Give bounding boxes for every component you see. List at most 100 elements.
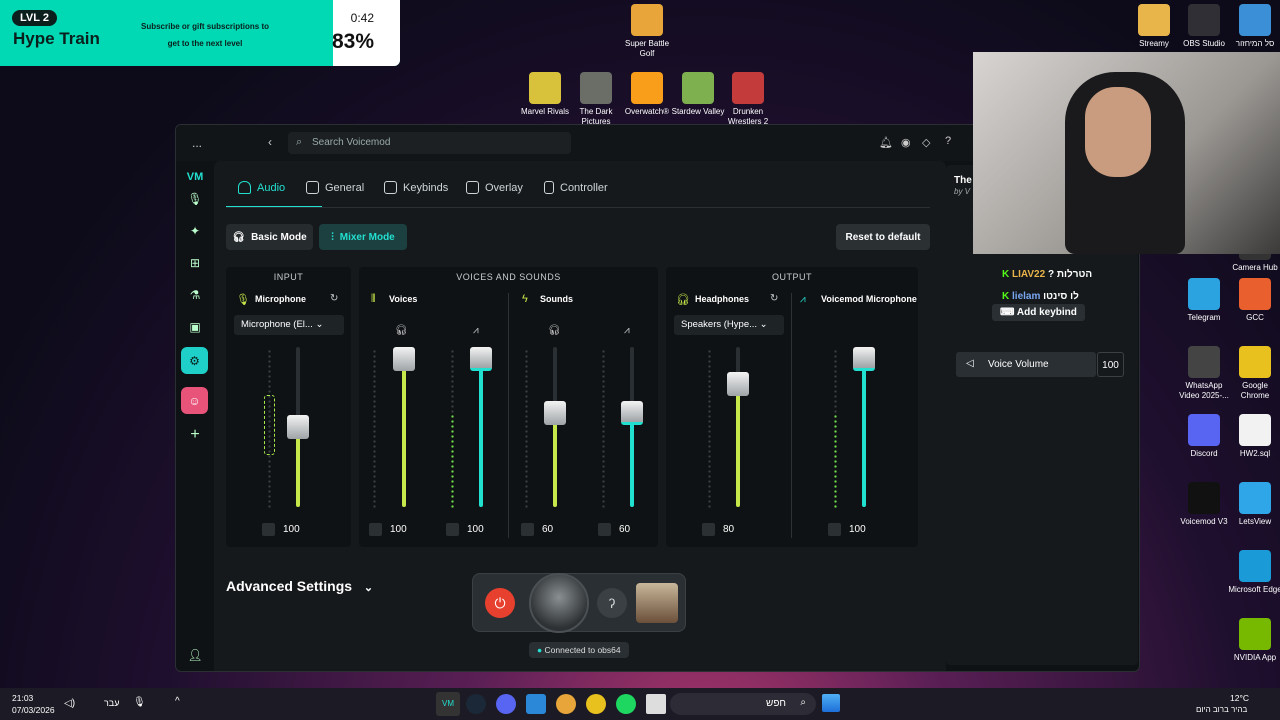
speaker-icon[interactable] xyxy=(369,523,382,536)
voice-volume-slider[interactable]: ◁ Voice Volume xyxy=(956,352,1096,377)
reset-to-default-button[interactable]: Reset to default xyxy=(836,224,930,250)
desktop-icon[interactable]: Drunken Wrestlers 2 xyxy=(720,72,776,127)
add-icon[interactable]: + xyxy=(183,423,207,447)
back-chevron-icon[interactable]: ‹ xyxy=(268,135,272,149)
desktop-icon[interactable]: Marvel Rivals xyxy=(517,72,573,117)
desktop-icon[interactable]: Microsoft Edge xyxy=(1227,550,1280,595)
desktop-icon[interactable]: GCC xyxy=(1227,278,1280,323)
taskbar-search[interactable]: חפש ⌕ xyxy=(670,693,816,715)
refresh-icon[interactable]: ↻ xyxy=(770,293,778,304)
voices-vm-fader[interactable] xyxy=(470,347,492,507)
diamond-icon[interactable]: ◇ xyxy=(922,136,930,149)
basic-mode-button[interactable]: 🎧︎ Basic Mode xyxy=(226,224,313,250)
search-input[interactable]: ⌕ Search Voicemod xyxy=(288,132,571,154)
voice-avatar[interactable] xyxy=(529,573,589,633)
help-icon[interactable]: ? xyxy=(945,135,951,147)
sounds-vm-knob[interactable] xyxy=(621,401,643,425)
spotify-taskbar-icon[interactable] xyxy=(616,694,636,714)
windows-start-icon[interactable] xyxy=(822,694,840,712)
voices-hp-fader[interactable] xyxy=(393,347,415,507)
menu-button[interactable]: ... xyxy=(192,136,202,150)
microphone-nav-icon[interactable]: 🎙︎ xyxy=(183,187,207,211)
voice-volume-value[interactable]: 100 xyxy=(1097,352,1124,377)
desktop-icon-label: OBS Studio xyxy=(1183,39,1225,48)
sounds-hp-value[interactable]: 60 xyxy=(542,524,553,535)
speaker-icon[interactable] xyxy=(828,523,841,536)
mixer-mode-button[interactable]: ⫶ Mixer Mode xyxy=(319,224,407,250)
language-indicator[interactable]: עבר xyxy=(104,698,119,708)
tab-audio[interactable]: Audio xyxy=(238,181,285,194)
flask-nav-icon[interactable]: ⚗ xyxy=(183,283,207,307)
tab-overlay[interactable]: Overlay xyxy=(466,181,523,194)
headphones-value[interactable]: 80 xyxy=(723,524,734,535)
sounds-vm-value[interactable]: 60 xyxy=(619,524,630,535)
desktop-icon[interactable]: The Dark Pictures xyxy=(568,72,624,127)
speaker-icon[interactable] xyxy=(521,523,534,536)
settings-gear-icon[interactable]: ⚙ xyxy=(181,347,208,374)
file-explorer-taskbar-icon[interactable] xyxy=(646,694,666,714)
microphone-device-select[interactable]: Microphone (El... ⌄ xyxy=(234,315,344,335)
refresh-icon[interactable]: ↻ xyxy=(330,293,338,304)
desktop-icon[interactable]: LetsView xyxy=(1227,482,1280,527)
tabs-divider xyxy=(226,207,930,208)
steam-taskbar-icon[interactable] xyxy=(466,694,486,714)
clapper-nav-icon[interactable]: ▣ xyxy=(183,315,207,339)
desktop-icon[interactable]: WhatsApp Video 2025-... xyxy=(1176,346,1232,401)
chrome-taskbar-icon[interactable] xyxy=(586,694,606,714)
discord-taskbar-icon[interactable] xyxy=(496,694,516,714)
mic-fader-knob[interactable] xyxy=(287,415,309,439)
vm-mic-fader[interactable] xyxy=(853,347,875,507)
avatar-app-icon[interactable]: ☺ xyxy=(181,387,208,414)
desktop-icon[interactable]: Streamy xyxy=(1126,4,1182,49)
power-icon[interactable]: ⏻ xyxy=(485,588,515,618)
sounds-hp-knob[interactable] xyxy=(544,401,566,425)
vm-mic-value[interactable]: 100 xyxy=(849,524,866,535)
tab-general[interactable]: General xyxy=(306,181,364,194)
headphones-device-select[interactable]: Speakers (Hype... ⌄ xyxy=(674,315,784,335)
volume-icon[interactable]: ◁) xyxy=(64,698,75,709)
desktop-icon-label: Microsoft Edge xyxy=(1228,585,1280,594)
headphones-fader[interactable] xyxy=(727,347,749,507)
desktop-icon[interactable]: HW2.sql xyxy=(1227,414,1280,459)
headphones-knob[interactable] xyxy=(727,372,749,396)
vm-mic-knob[interactable] xyxy=(853,347,875,371)
mic-volume-value[interactable]: 100 xyxy=(283,524,300,535)
soundboard-thumbnail[interactable] xyxy=(636,583,678,623)
desktop-icon[interactable]: Stardew Valley xyxy=(670,72,726,117)
speaker-icon[interactable] xyxy=(446,523,459,536)
tab-controller[interactable]: Controller xyxy=(544,181,608,194)
voices-vm-value[interactable]: 100 xyxy=(467,524,484,535)
voices-hp-value[interactable]: 100 xyxy=(390,524,407,535)
voicemod-taskbar-icon[interactable]: VM xyxy=(436,692,460,716)
mic-fader[interactable] xyxy=(287,347,309,507)
voices-hp-knob[interactable] xyxy=(393,347,415,371)
desktop-icon[interactable]: OBS Studio xyxy=(1176,4,1232,49)
speaker-icon[interactable] xyxy=(598,523,611,536)
advanced-settings-toggle[interactable]: Advanced Settings ⌄ xyxy=(226,578,373,594)
desktop-icon[interactable]: סל המיחזור xyxy=(1227,4,1280,49)
desktop-icon[interactable]: Telegram xyxy=(1176,278,1232,323)
hear-myself-ear-icon[interactable]: ʔ xyxy=(597,588,627,618)
discord-icon[interactable]: ◉ xyxy=(901,136,911,149)
game-taskbar-icon[interactable] xyxy=(556,694,576,714)
voicemod-logo-icon[interactable]: VM xyxy=(183,165,207,189)
apps-grid-taskbar-icon[interactable] xyxy=(526,694,546,714)
desktop-icon[interactable]: Voicemod V3 xyxy=(1176,482,1232,527)
speaker-icon[interactable] xyxy=(702,523,715,536)
microphone-tray-icon[interactable]: 🎙︎ xyxy=(133,697,146,708)
bell-icon[interactable]: 🔔︎ xyxy=(879,136,893,149)
voices-vm-knob[interactable] xyxy=(470,347,492,371)
sounds-hp-fader[interactable] xyxy=(544,347,566,507)
desktop-icon[interactable]: Google Chrome xyxy=(1227,346,1280,401)
desktop-icon[interactable]: Overwatch® xyxy=(619,72,675,117)
sounds-vm-fader[interactable] xyxy=(621,347,643,507)
sparkle-nav-icon[interactable]: ✦ xyxy=(183,219,207,243)
grid-plus-nav-icon[interactable]: ⊞ xyxy=(183,251,207,275)
chevron-up-icon[interactable]: ^ xyxy=(175,696,180,707)
desktop-icon[interactable]: NVIDIA App xyxy=(1227,618,1280,663)
desktop-icon[interactable]: Discord xyxy=(1176,414,1232,459)
tab-keybinds[interactable]: Keybinds xyxy=(384,181,448,194)
user-profile-icon[interactable]: 👤︎ xyxy=(183,643,207,667)
speaker-icon[interactable] xyxy=(262,523,275,536)
desktop-icon[interactable]: Super Battle Golf xyxy=(619,4,675,59)
